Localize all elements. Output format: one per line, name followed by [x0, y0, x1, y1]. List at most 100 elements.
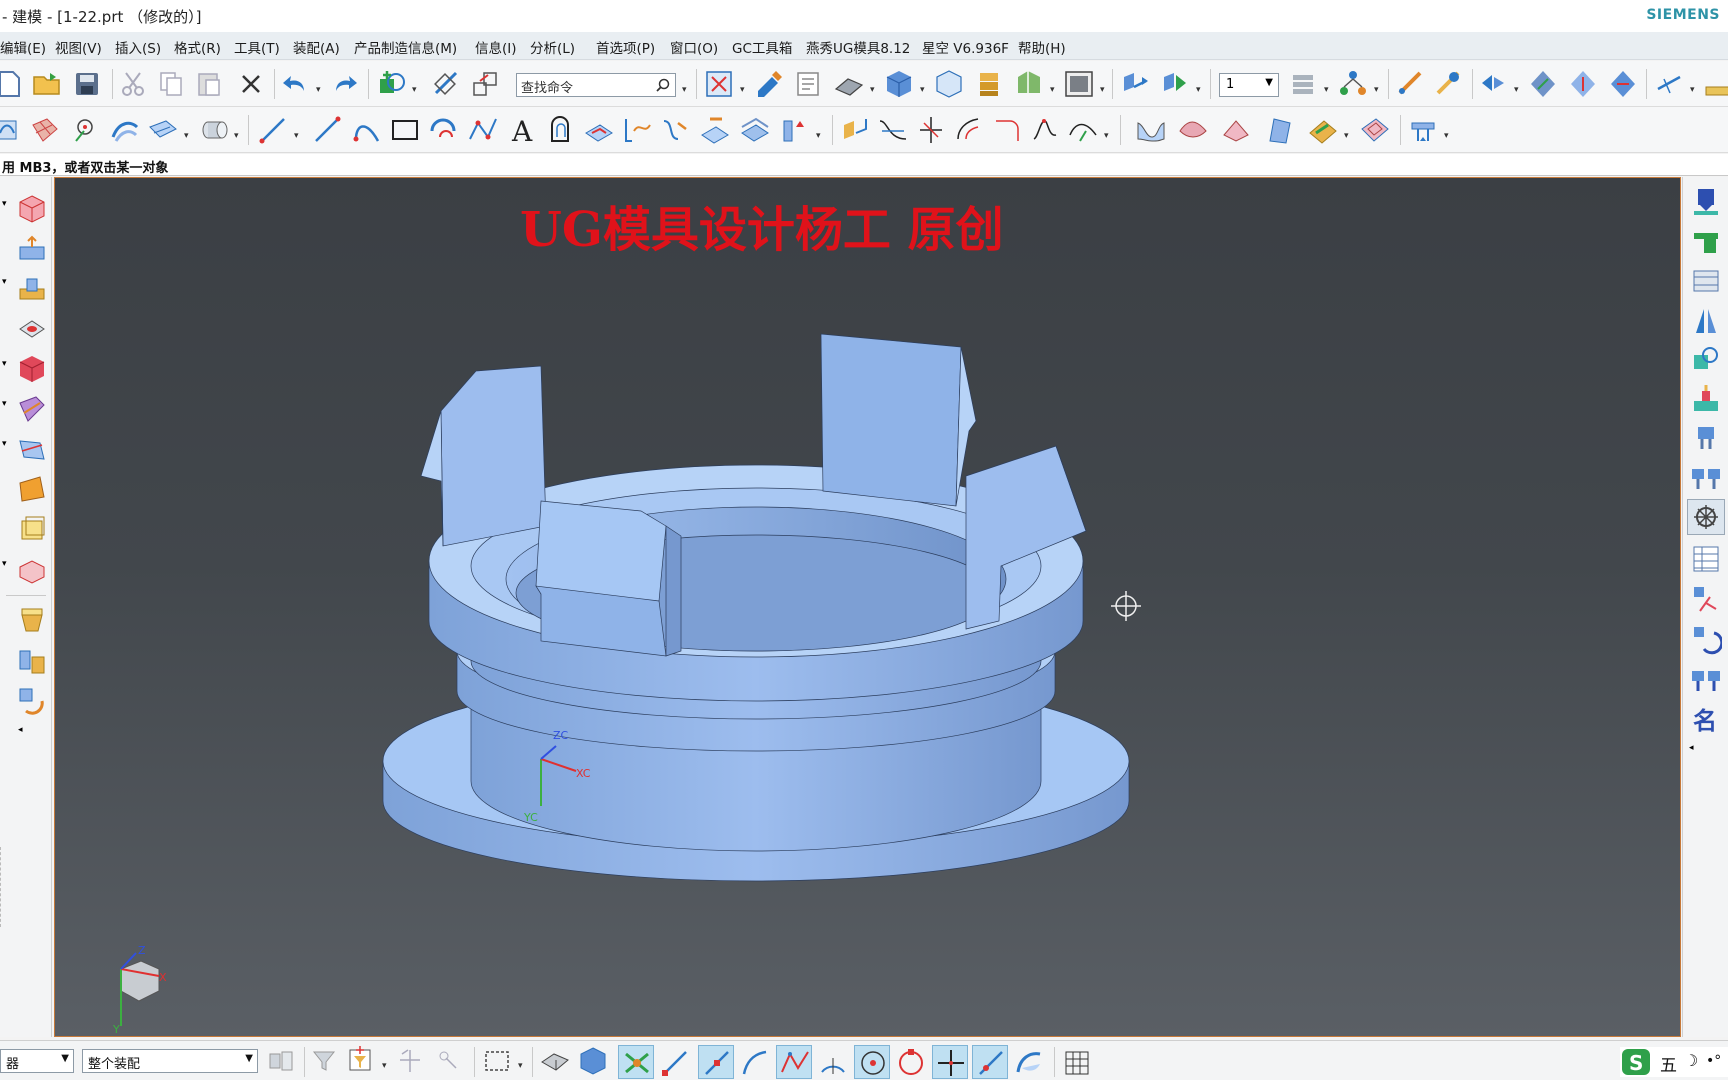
- parting-icon[interactable]: [1690, 305, 1722, 337]
- selection-scope-select[interactable]: 整个装配 ▼: [82, 1049, 258, 1073]
- part-model[interactable]: ZC XC YC X Z Y: [55, 178, 1681, 1037]
- point-constructor-icon[interactable]: [68, 113, 102, 147]
- menu-assembly[interactable]: 装配(A): [293, 37, 340, 57]
- project-curve-icon[interactable]: [582, 113, 616, 147]
- paste-icon[interactable]: [192, 67, 226, 101]
- open-folder-icon[interactable]: [30, 67, 64, 101]
- left-dropdown-icon[interactable]: ▾: [2, 559, 7, 569]
- point-settings-icon[interactable]: [432, 1044, 466, 1078]
- arc-icon[interactable]: [350, 113, 384, 147]
- offset-face-icon[interactable]: [16, 553, 48, 585]
- curve-dropdown-icon[interactable]: ▾: [816, 131, 821, 141]
- offset-curve-icon[interactable]: [544, 113, 578, 147]
- mold-base-icon[interactable]: [16, 605, 48, 637]
- menu-window[interactable]: 窗口(O): [670, 37, 718, 57]
- view-section-icon[interactable]: [1012, 67, 1046, 101]
- name-tag-icon[interactable]: 名: [1690, 703, 1722, 735]
- silhouette-flange-icon[interactable]: [1406, 113, 1440, 147]
- menu-xingkong[interactable]: 星空 V6.936F: [922, 37, 1009, 57]
- measure-body-icon[interactable]: [1432, 67, 1466, 101]
- fillet-curve-icon[interactable]: [990, 113, 1024, 147]
- wcs-dynamic-icon[interactable]: [1118, 67, 1152, 101]
- menu-information[interactable]: 信息(I): [475, 37, 517, 57]
- face-analysis-icon[interactable]: [1606, 67, 1640, 101]
- snap-enable-icon[interactable]: [620, 1046, 654, 1080]
- background-color-icon[interactable]: [1062, 67, 1096, 101]
- ruler-icon[interactable]: [1702, 67, 1728, 101]
- moon-icon[interactable]: ☽: [1684, 1051, 1698, 1070]
- slider-lifter-icon[interactable]: [1690, 383, 1722, 415]
- patch-surface-icon[interactable]: [1358, 113, 1392, 147]
- mold-plates-icon[interactable]: [1690, 265, 1722, 297]
- ruled-surface-icon[interactable]: [146, 113, 180, 147]
- menu-tools[interactable]: 工具(T): [234, 37, 280, 57]
- sew-surface-icon[interactable]: [1306, 113, 1340, 147]
- view-manager-icon[interactable]: [1690, 623, 1722, 655]
- find-command-dropdown-icon[interactable]: ▾: [682, 85, 687, 95]
- quadrant-point-icon[interactable]: [894, 1046, 928, 1080]
- line-dropdown-icon[interactable]: ▾: [294, 131, 299, 141]
- left-dropdown-icon[interactable]: ▾: [2, 439, 7, 449]
- filter-dropdown-icon[interactable]: ▾: [382, 1061, 387, 1071]
- menu-preferences[interactable]: 首选项(P): [596, 37, 655, 57]
- hole-icon[interactable]: [16, 313, 48, 345]
- electrode-icon[interactable]: [1690, 583, 1722, 615]
- left-dropdown-icon[interactable]: ▾: [2, 359, 7, 369]
- curvature-icon[interactable]: [1526, 67, 1560, 101]
- extrude-icon[interactable]: [16, 233, 48, 265]
- draft-analysis-icon[interactable]: [1566, 67, 1600, 101]
- trim-curve-icon[interactable]: [778, 113, 812, 147]
- assembly-selection-icon[interactable]: [264, 1044, 298, 1078]
- primitive-dropdown-icon[interactable]: ▾: [234, 131, 239, 141]
- menu-help[interactable]: 帮助(H): [1018, 37, 1066, 57]
- menu-edit[interactable]: 编辑(E): [0, 37, 46, 57]
- part-navigator-icon[interactable]: [792, 67, 826, 101]
- basic-line-icon[interactable]: [310, 113, 344, 147]
- input-method-indicator[interactable]: S 五 ☽ •°: [1620, 1047, 1728, 1077]
- find-command-input[interactable]: 查找命令: [516, 73, 676, 97]
- sketch-icon[interactable]: [0, 113, 24, 147]
- assembly-dropdown-icon[interactable]: ▾: [1374, 85, 1379, 95]
- curve-length-icon[interactable]: [952, 113, 986, 147]
- show-hide-dropdown-icon[interactable]: ▾: [412, 85, 417, 95]
- left-dropdown-icon[interactable]: ▾: [2, 399, 7, 409]
- work-layer-select[interactable]: 1 ▼: [1219, 73, 1279, 97]
- cylinder-icon[interactable]: [196, 113, 230, 147]
- render-style-dropdown-icon[interactable]: ▾: [870, 85, 875, 95]
- more-tools-icon[interactable]: ◂: [1689, 743, 1694, 753]
- rectangle-icon[interactable]: [388, 113, 422, 147]
- copy-icon[interactable]: [154, 67, 188, 101]
- orient-view-dropdown-icon[interactable]: ▾: [920, 85, 925, 95]
- delete-icon[interactable]: [234, 67, 268, 101]
- n-sided-surface-icon[interactable]: [1218, 113, 1252, 147]
- menu-pmi[interactable]: 产品制造信息(M): [354, 37, 457, 57]
- surface-analysis-icon[interactable]: [1476, 67, 1510, 101]
- edit-section-icon[interactable]: [752, 67, 786, 101]
- split-curve-icon[interactable]: [876, 113, 910, 147]
- undo-icon[interactable]: [278, 67, 312, 101]
- draft-icon[interactable]: [16, 473, 48, 505]
- text-icon[interactable]: A: [506, 113, 540, 147]
- rectangle-select-icon[interactable]: [480, 1044, 514, 1078]
- wrap-curve-icon[interactable]: [738, 113, 772, 147]
- select-body-icon[interactable]: [576, 1044, 610, 1078]
- type-filter-select[interactable]: 器 ▼: [0, 1049, 74, 1073]
- mesh-surface-icon[interactable]: [28, 113, 62, 147]
- ejector-pin-icon[interactable]: [1690, 225, 1722, 257]
- wireframe-cube-icon[interactable]: [932, 67, 966, 101]
- background-dropdown-icon[interactable]: ▾: [1100, 85, 1105, 95]
- layer-list-icon[interactable]: [1286, 67, 1320, 101]
- block-icon[interactable]: [16, 193, 48, 225]
- flange-dropdown-icon[interactable]: ▾: [1444, 131, 1449, 141]
- offset-3d-icon[interactable]: [838, 113, 872, 147]
- section-dropdown-icon[interactable]: ▾: [1050, 85, 1055, 95]
- extract-curve-icon[interactable]: [698, 113, 732, 147]
- save-icon[interactable]: [70, 67, 104, 101]
- trim-body-icon[interactable]: [16, 393, 48, 425]
- dimension-dropdown-icon[interactable]: ▾: [1690, 85, 1695, 95]
- snap-point-icon[interactable]: [394, 1044, 428, 1078]
- menu-insert[interactable]: 插入(S): [115, 37, 161, 57]
- shell-icon[interactable]: [16, 513, 48, 545]
- view-dropdown-icon[interactable]: ▾: [740, 85, 745, 95]
- cut-icon[interactable]: [116, 67, 150, 101]
